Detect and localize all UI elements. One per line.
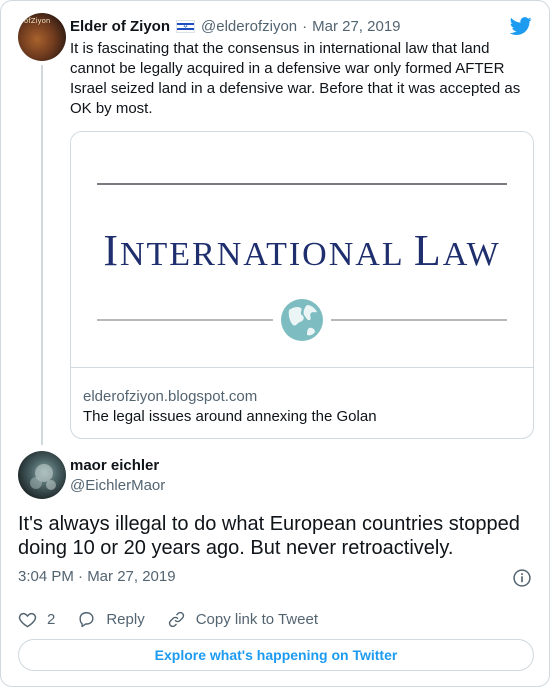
reply-button[interactable]: Reply	[77, 610, 145, 629]
tweet-date[interactable]: Mar 27, 2019	[312, 18, 400, 35]
link-icon	[168, 611, 184, 627]
globe-icon	[281, 299, 323, 341]
heart-icon	[18, 612, 37, 627]
info-icon[interactable]	[512, 568, 532, 588]
link-description: The legal issues around annexing the Gol…	[83, 408, 377, 425]
like-button[interactable]: 2	[18, 610, 55, 629]
avatar-caption: ofZiyon	[24, 17, 51, 25]
thread-connector-line	[41, 65, 43, 445]
link-preview-card[interactable]: INTERNATIONAL LAW elderofziyon.blogspot.…	[70, 131, 534, 439]
copy-link-button[interactable]: Copy link to Tweet	[167, 610, 318, 629]
parent-tweet-header: Elder of Ziyon ✡ @elderofziyon · Mar 27,…	[70, 16, 401, 36]
link-domain: elderofziyon.blogspot.com	[83, 388, 258, 405]
reply-label: Reply	[106, 610, 145, 628]
reply-tweet-text: It's always illegal to do what European …	[18, 513, 520, 559]
israel-flag-icon: ✡	[176, 19, 196, 33]
reply-bubble-icon	[79, 611, 94, 627]
tweet-actions-bar: 2 Reply Copy link to Tweet	[18, 606, 340, 632]
twitter-bird-icon[interactable]	[508, 15, 534, 37]
tweet-embed-card: ofZiyon Elder of Ziyon ✡ @elderofziyon ·…	[0, 0, 550, 687]
reply-author-name[interactable]: maor eichler	[70, 457, 159, 474]
avatar-maor-eichler[interactable]	[18, 451, 66, 499]
copy-link-label: Copy link to Tweet	[195, 610, 318, 628]
like-count: 2	[47, 610, 56, 628]
author-name[interactable]: Elder of Ziyon	[70, 18, 170, 35]
reply-author-handle[interactable]: @EichlerMaor	[70, 477, 165, 494]
link-image-title: INTERNATIONAL LAW	[103, 226, 501, 275]
avatar-elder-of-ziyon[interactable]: ofZiyon	[18, 13, 66, 61]
parent-tweet-text: It is fascinating that the consensus in …	[70, 40, 521, 117]
header-separator: ·	[302, 17, 308, 35]
explore-twitter-button[interactable]: Explore what's happening on Twitter	[18, 639, 534, 671]
avatar-graphic	[30, 464, 56, 490]
tweet-timestamp[interactable]: 3:04 PM · Mar 27, 2019	[18, 568, 176, 585]
link-preview-image: INTERNATIONAL LAW	[71, 132, 533, 368]
author-handle[interactable]: @elderofziyon	[201, 18, 297, 35]
